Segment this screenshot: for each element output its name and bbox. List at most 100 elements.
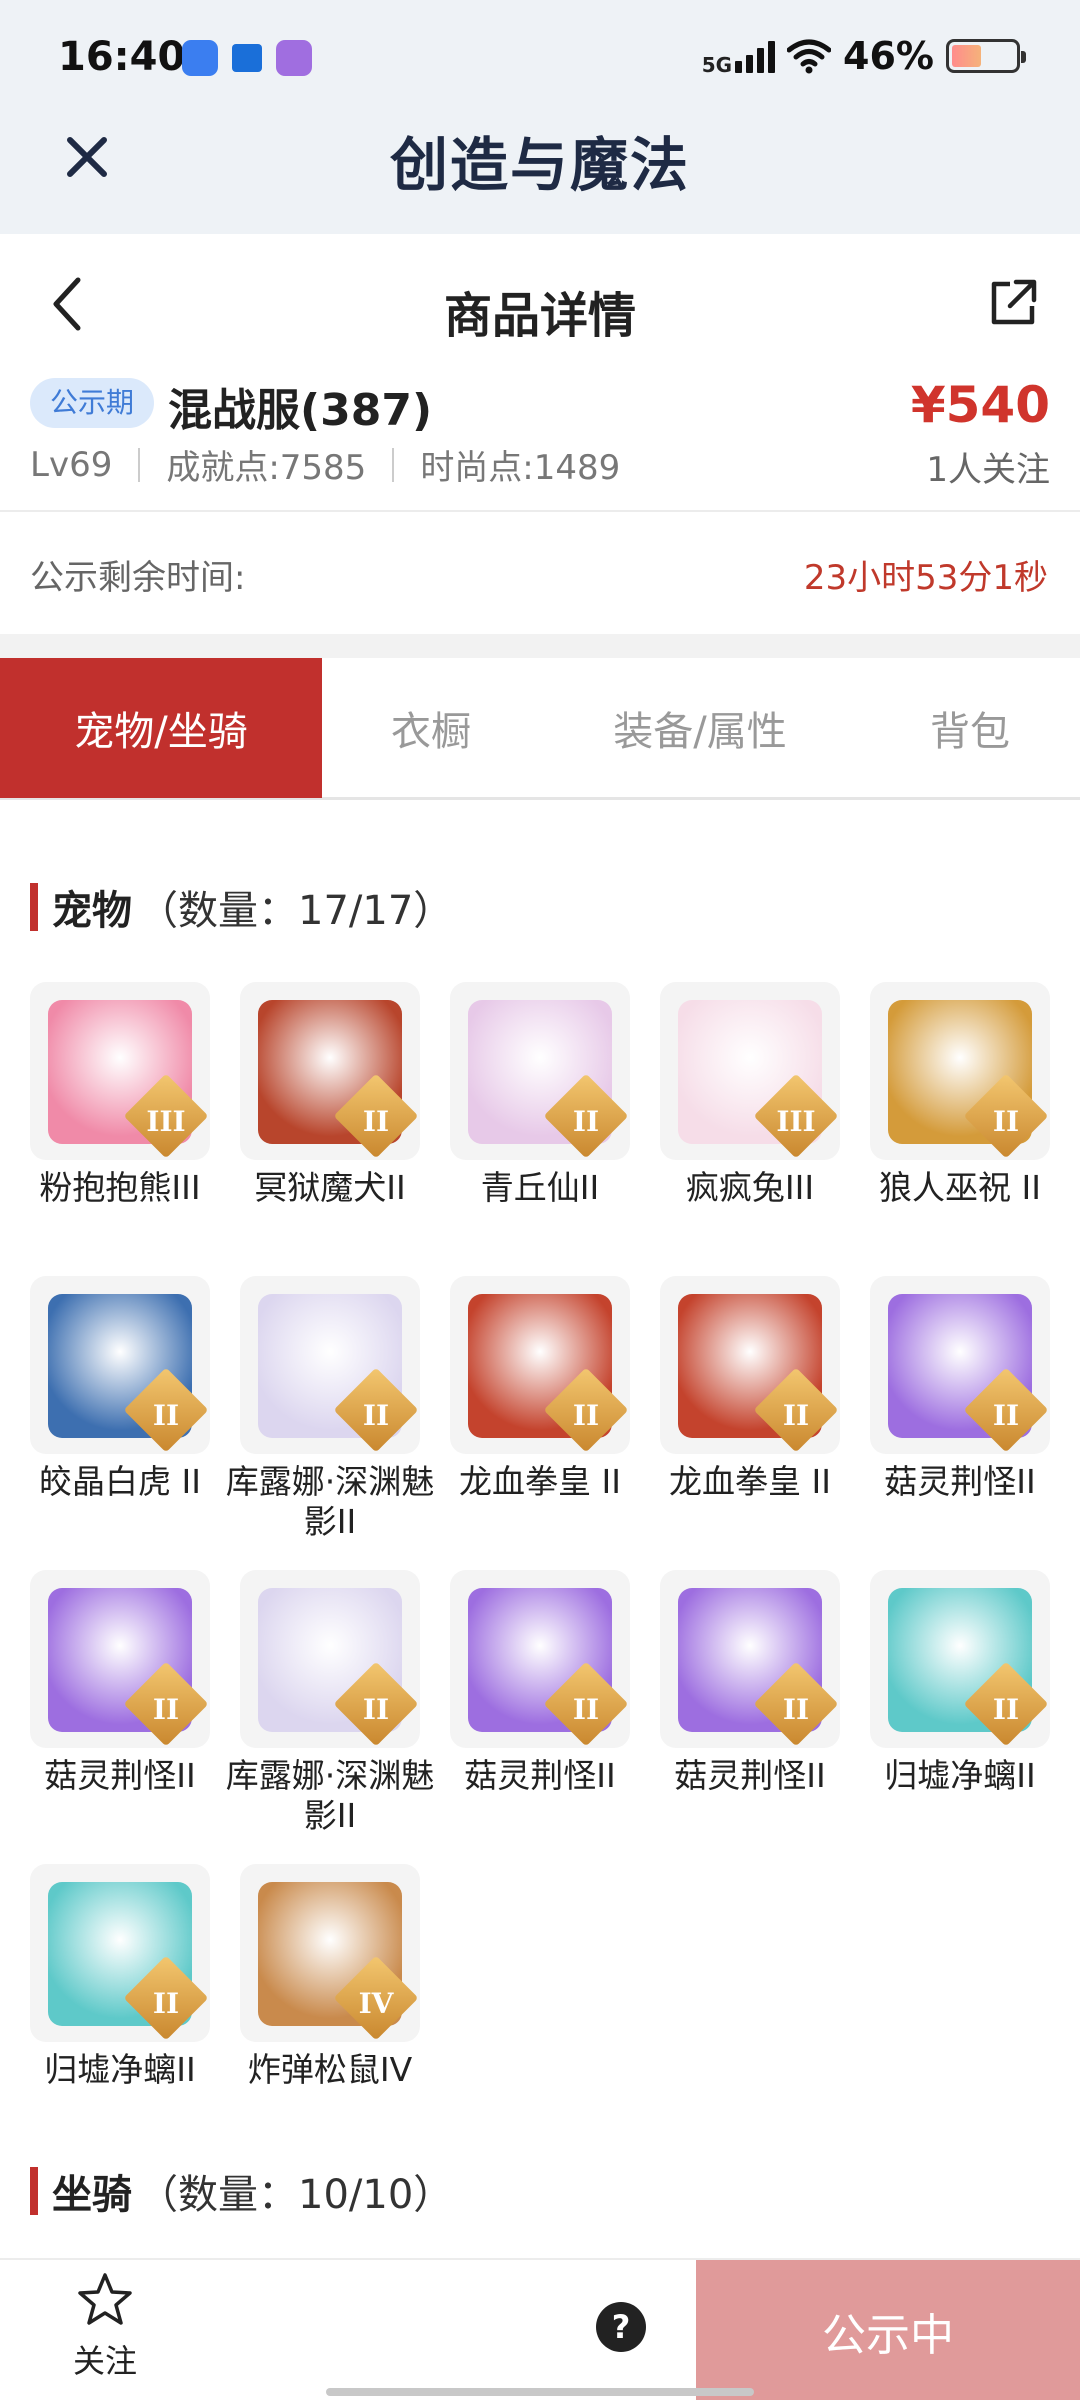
pet-name: 归墟净螭II bbox=[44, 2050, 196, 2089]
page-title: 商品详情 bbox=[443, 288, 636, 344]
pet-card[interactable]: II 冥狱魔犬II bbox=[240, 982, 420, 1208]
countdown-label: 公示剩余时间: bbox=[30, 558, 246, 598]
pet-name: 菇灵荆怪II bbox=[884, 1462, 1036, 1501]
pet-card[interactable]: II 龙血拳皇 II bbox=[450, 1276, 630, 1502]
pet-card[interactable]: II 皎晶白虎 II bbox=[30, 1276, 210, 1502]
status-badge: 公示期 bbox=[30, 378, 155, 428]
wifi-icon bbox=[787, 39, 832, 74]
countdown-value: 23小时53分1秒 bbox=[803, 558, 1048, 598]
notification-icons bbox=[182, 40, 312, 76]
pet-image: IV bbox=[240, 1864, 420, 2042]
tier-label: II bbox=[782, 1693, 810, 1726]
section-count: （数量：17/17） bbox=[138, 888, 454, 934]
bottom-bar: 关注 ? 公示中 bbox=[0, 2258, 1080, 2400]
tier-label: II bbox=[572, 1693, 600, 1726]
pet-card[interactable]: II 菇灵荆怪II bbox=[660, 1570, 840, 1796]
pet-name: 冥狱魔犬II bbox=[254, 1168, 406, 1207]
network-type: 5G bbox=[701, 53, 733, 77]
pet-name: 菇灵荆怪II bbox=[44, 1756, 196, 1795]
pet-name: 库露娜·深渊魅影II bbox=[225, 1462, 435, 1541]
pet-image: II bbox=[660, 1276, 840, 1454]
tier-label: II bbox=[362, 1105, 390, 1138]
pet-card[interactable]: II 龙血拳皇 II bbox=[660, 1276, 840, 1502]
pet-image: II bbox=[240, 1276, 420, 1454]
mounts-section-header: 坐骑 （数量：10/10） bbox=[30, 2162, 453, 2220]
pet-image: II bbox=[870, 982, 1050, 1160]
pet-image: II bbox=[450, 1570, 630, 1748]
status-bar: 16:40 5G 46% bbox=[0, 0, 1080, 118]
tier-label: IV bbox=[358, 1987, 394, 2020]
signal-icon bbox=[735, 39, 776, 73]
tier-label: II bbox=[992, 1399, 1020, 1432]
pets-section-header: 宠物 （数量：17/17） bbox=[30, 878, 453, 936]
pet-name: 皎晶白虎 II bbox=[39, 1462, 201, 1501]
level-text: Lv69 bbox=[30, 444, 113, 485]
section-accent-bar bbox=[30, 883, 38, 931]
tier-label: II bbox=[572, 1399, 600, 1432]
public-status-button[interactable]: 公示中 bbox=[696, 2260, 1080, 2400]
pet-card[interactable]: II 狼人巫祝 II bbox=[870, 982, 1050, 1208]
tier-label: II bbox=[152, 1987, 180, 2020]
battery-icon bbox=[946, 39, 1026, 73]
pet-image: III bbox=[660, 982, 840, 1160]
tier-label: II bbox=[152, 1693, 180, 1726]
help-icon[interactable]: ? bbox=[596, 2302, 646, 2352]
pet-card[interactable]: II 库露娜·深渊魅影II bbox=[226, 1276, 434, 1542]
tier-label: II bbox=[362, 1399, 390, 1432]
tier-label: II bbox=[782, 1399, 810, 1432]
follow-button[interactable]: 关注 bbox=[60, 2270, 150, 2390]
pet-card[interactable]: III 粉抱抱熊III bbox=[30, 982, 210, 1208]
pet-name: 狼人巫祝 II bbox=[879, 1168, 1041, 1207]
app-notification-icon bbox=[232, 44, 262, 72]
pet-card[interactable]: II 归墟净螭II bbox=[30, 1864, 210, 2090]
tab-equipment[interactable]: 装备/属性 bbox=[540, 658, 860, 798]
pet-name: 菇灵荆怪II bbox=[464, 1756, 616, 1795]
pet-name: 炸弹松鼠IV bbox=[247, 2050, 413, 2089]
divider bbox=[392, 447, 395, 482]
pet-image: II bbox=[240, 1570, 420, 1748]
countdown-row: 公示剩余时间: 23小时53分1秒 bbox=[0, 512, 1080, 634]
follower-count: 1人关注 bbox=[926, 450, 1050, 490]
pet-image: III bbox=[30, 982, 210, 1160]
pet-image: II bbox=[30, 1864, 210, 2042]
section-title: 坐骑 bbox=[52, 2172, 132, 2218]
pet-name: 疯疯兔III bbox=[685, 1168, 815, 1207]
app-notification-icon bbox=[182, 40, 218, 76]
divider bbox=[138, 447, 141, 482]
pet-card[interactable]: II 归墟净螭II bbox=[870, 1570, 1050, 1796]
tab-pets-mounts[interactable]: 宠物/坐骑 bbox=[0, 658, 322, 798]
status-time: 16:40 bbox=[58, 34, 186, 80]
status-right: 5G 46% bbox=[701, 34, 1026, 78]
tier-label: II bbox=[992, 1105, 1020, 1138]
section-title: 宠物 bbox=[52, 888, 132, 934]
tier-label: II bbox=[572, 1105, 600, 1138]
pet-image: II bbox=[240, 982, 420, 1160]
tier-label: III bbox=[776, 1105, 816, 1138]
app-header: 16:40 5G 46% 创造与魔法 bbox=[0, 0, 1080, 234]
pet-card[interactable]: II 库露娜·深渊魅影II bbox=[226, 1570, 434, 1836]
price: ¥540 bbox=[910, 376, 1050, 434]
pet-card[interactable]: II 菇灵荆怪II bbox=[450, 1570, 630, 1796]
section-count: （数量：10/10） bbox=[138, 2172, 454, 2218]
follow-label: 关注 bbox=[72, 2342, 137, 2380]
pet-name: 粉抱抱熊III bbox=[39, 1168, 201, 1207]
section-divider bbox=[0, 634, 1080, 658]
pet-card[interactable]: III 疯疯兔III bbox=[660, 982, 840, 1208]
pet-name: 库露娜·深渊魅影II bbox=[225, 1756, 435, 1835]
server-name: 混战服(387) bbox=[168, 385, 433, 436]
pet-name: 青丘仙II bbox=[480, 1168, 600, 1207]
pet-card[interactable]: II 菇灵荆怪II bbox=[30, 1570, 210, 1796]
tab-wardrobe[interactable]: 衣橱 bbox=[322, 658, 540, 798]
tab-backpack[interactable]: 背包 bbox=[860, 658, 1080, 798]
pet-name: 龙血拳皇 II bbox=[669, 1462, 831, 1501]
pet-card[interactable]: IV 炸弹松鼠IV bbox=[240, 1864, 420, 2090]
tab-bar: 宠物/坐骑 衣橱 装备/属性 背包 bbox=[0, 658, 1080, 800]
pet-card[interactable]: II 青丘仙II bbox=[450, 982, 630, 1208]
share-icon[interactable] bbox=[986, 274, 1042, 330]
battery-percent: 46% bbox=[843, 34, 934, 78]
pet-image: II bbox=[450, 1276, 630, 1454]
tier-label: III bbox=[146, 1105, 186, 1138]
pet-image: II bbox=[450, 982, 630, 1160]
pet-name: 龙血拳皇 II bbox=[459, 1462, 621, 1501]
pet-card[interactable]: II 菇灵荆怪II bbox=[870, 1276, 1050, 1502]
